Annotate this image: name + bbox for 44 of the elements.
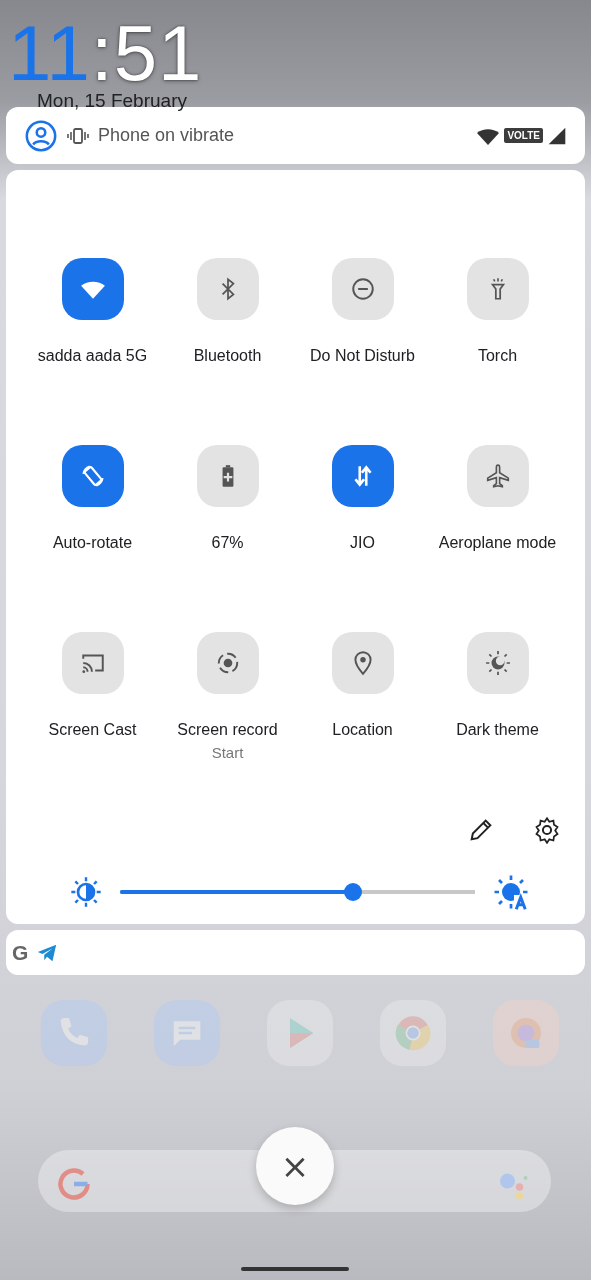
minus-circle-icon bbox=[349, 276, 376, 302]
tile-label: JIO bbox=[350, 534, 375, 552]
tile-sublabel: Start bbox=[211, 744, 244, 761]
tile-label: sadda aada 5G bbox=[37, 347, 148, 365]
tile-button[interactable] bbox=[61, 632, 124, 694]
signal-icon bbox=[547, 125, 567, 146]
date-text: Mon, 15 February bbox=[37, 90, 188, 112]
tile-button[interactable] bbox=[61, 445, 124, 507]
tile-label: Dark theme bbox=[456, 721, 539, 739]
tile-button[interactable] bbox=[331, 445, 394, 507]
rotate-icon bbox=[79, 463, 106, 489]
tile-label: Screen Cast bbox=[48, 721, 137, 739]
google-g-icon bbox=[56, 1166, 92, 1202]
tile-button[interactable] bbox=[196, 445, 259, 507]
settings-icon[interactable] bbox=[533, 816, 561, 844]
tile-label: Auto-rotate bbox=[52, 534, 133, 552]
user-icon[interactable] bbox=[24, 118, 58, 153]
tile-label: Bluetooth bbox=[193, 347, 262, 365]
clock-hours: 11 bbox=[8, 18, 91, 88]
network-badge: VOLTE bbox=[504, 128, 543, 143]
sun-moon-icon bbox=[484, 650, 511, 676]
tile-button[interactable] bbox=[196, 258, 259, 320]
tile-button[interactable] bbox=[466, 445, 529, 507]
pencil-icon[interactable] bbox=[467, 816, 495, 844]
tile-label: Location bbox=[332, 721, 393, 739]
tile-button[interactable] bbox=[196, 632, 259, 694]
tile-label: Screen record bbox=[177, 721, 278, 739]
tile-label: Torch bbox=[477, 347, 518, 365]
close-button[interactable]: × bbox=[256, 1127, 334, 1205]
tile-button[interactable] bbox=[466, 632, 529, 694]
tile-button[interactable] bbox=[61, 258, 124, 320]
tile-button[interactable] bbox=[331, 258, 394, 320]
auto-brightness-icon[interactable] bbox=[493, 874, 529, 910]
airplane-icon bbox=[484, 463, 511, 489]
clock-minutes: :51 bbox=[91, 18, 203, 88]
tile-label: Aeroplane mode bbox=[438, 534, 557, 552]
slider-thumb[interactable] bbox=[343, 883, 362, 901]
tile-label: 67% bbox=[211, 534, 244, 552]
ringer-status: Phone on vibrate bbox=[98, 125, 235, 146]
notification-letter: G bbox=[12, 940, 29, 965]
tile-button[interactable] bbox=[466, 258, 529, 320]
tile-button[interactable] bbox=[331, 632, 394, 694]
brightness-icon bbox=[70, 876, 102, 908]
tile-label: Do Not Disturb bbox=[310, 347, 415, 365]
